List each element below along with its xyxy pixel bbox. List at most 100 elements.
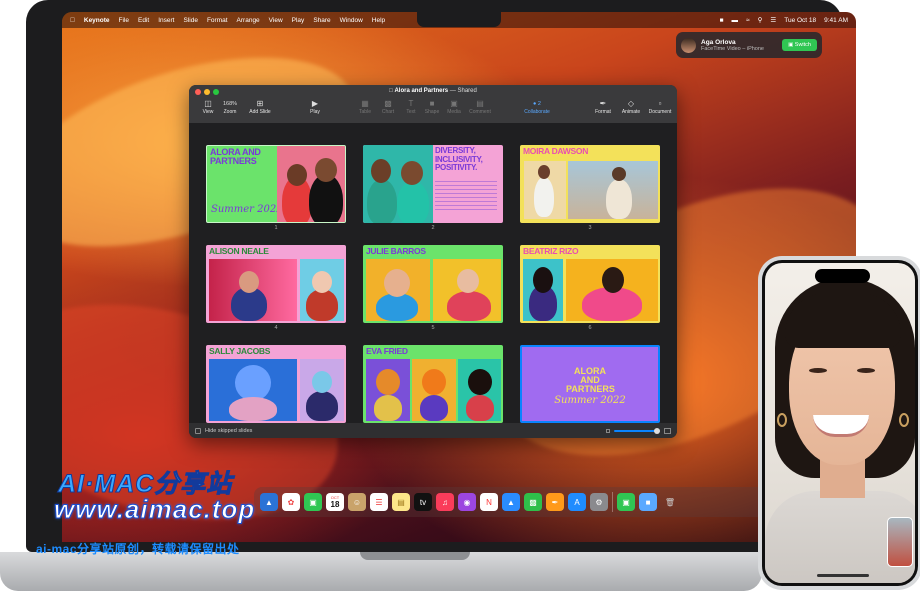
contacts-icon[interactable]: ☺ [348,493,366,511]
menu-window[interactable]: Window [340,17,363,24]
pages-icon[interactable]: ✒ [546,493,564,511]
trash-icon[interactable]: 🗑 [661,493,679,511]
camera-notch [417,12,501,27]
slide-number: 6 [588,325,592,331]
control-center-icon[interactable]: ☰ [770,16,776,24]
downloads-folder-icon[interactable]: ■ [639,493,657,511]
iphone [758,256,920,590]
video-person-bangs [785,293,901,348]
menu-format[interactable]: Format [207,17,228,24]
slide-title: JULIE BARROS [366,246,426,256]
music-icon[interactable]: ♫ [436,493,454,511]
menu-view[interactable]: View [269,17,283,24]
slide-thumbnail[interactable]: BEATRIZ RIZO [520,245,660,323]
wifi-icon[interactable]: ≈ [746,17,750,24]
slide-thumbnail[interactable]: JULIE BARROS [363,245,503,323]
slide-thumbnail[interactable]: MOIRA DAWSON [520,145,660,223]
macbook-base-notch [360,552,470,560]
slide-number: 3 [588,225,592,231]
play-button[interactable]: ▶ Play [298,99,332,115]
keynote-icon[interactable]: ▲ [502,493,520,511]
podcasts-icon[interactable]: ◉ [458,493,476,511]
facetime-notification[interactable]: Aga Orlova FaceTime Video – iPhone ▣ Swi… [676,32,822,58]
thumbnail-size-control [606,427,671,434]
menu-arrange[interactable]: Arrange [237,17,260,24]
slide-number: 5 [431,325,435,331]
document-icon: ▫ [658,99,662,108]
plus-icon: ⊞ [256,99,264,108]
notes-icon[interactable]: ▤ [392,493,410,511]
slide-title: ALISON NEALE [209,246,269,256]
slide-number: 2 [431,225,435,231]
slide-thumbnail[interactable]: ALISON NEALE [206,245,346,323]
calendar-icon[interactable]: OCT 18 [326,493,344,511]
menu-play[interactable]: Play [292,17,305,24]
switch-button[interactable]: ▣ Switch [782,39,817,51]
slide-script: Summer 2022 [211,204,283,215]
home-indicator[interactable] [817,574,869,577]
self-view-pip[interactable] [887,517,913,567]
slide-photo [412,359,456,421]
menu-time[interactable]: 9:41 AM [824,17,848,24]
stage:  Keynote File Edit Insert Slide Format … [0,0,920,591]
slide-thumbnail[interactable]: SALLY JACOBS [206,345,346,423]
app-store-icon[interactable]: A [568,493,586,511]
facetime-status-icon[interactable]: ■ [720,17,724,24]
menu-date[interactable]: Tue Oct 18 [784,17,816,24]
collaborate-icon: ● 2 [533,101,541,107]
navigator-footer: Hide skipped slides [189,423,677,438]
menu-keynote[interactable]: Keynote [84,17,110,24]
apple-tv-icon[interactable]: tv [414,493,432,511]
slide-number: 4 [274,325,278,331]
apple-icon[interactable]:  [70,17,75,24]
slide-thumbnail-selected[interactable]: ALORA AND PARTNERS Summer 2022 [520,345,660,423]
photos-icon[interactable]: ✿ [282,493,300,511]
facetime-video[interactable] [765,263,915,583]
avatar [681,37,696,53]
play-icon: ▶ [311,99,319,108]
facetime-icon[interactable]: ▣ [304,493,322,511]
collaborate-button[interactable]: ● 2 Collaborate [520,99,554,115]
slide-photo [366,359,410,421]
slide-title: SALLY JACOBS [209,346,271,356]
earring [899,413,909,427]
slider-knob[interactable] [654,427,660,434]
small-thumbnail-icon[interactable] [606,428,610,433]
slide-number: 1 [274,225,278,231]
menu-slide[interactable]: Slide [183,17,197,24]
hide-skipped-checkbox[interactable] [195,427,201,434]
large-thumbnail-icon[interactable] [664,427,671,434]
earring [777,413,787,427]
slide-thumbnail[interactable]: ALORA AND PARTNERS Summer 2022 [206,145,346,223]
slide-photo [458,359,501,421]
menu-help[interactable]: Help [372,17,385,24]
slide-photo [568,161,658,219]
menu-insert[interactable]: Insert [158,17,174,24]
menu-file[interactable]: File [119,17,129,24]
watermark-url: www.aimac.top [53,494,256,525]
system-settings-icon[interactable]: ⚙ [590,493,608,511]
zoom-button[interactable]: 168% Zoom [213,99,247,115]
add-slide-button[interactable]: ⊞ Add Slide [243,99,277,115]
facetime-handoff-icon[interactable]: ▣ [617,493,635,511]
slide-thumbnail[interactable]: EVA FRIED [363,345,503,423]
thumbnail-size-slider[interactable] [614,427,660,434]
slide-photo [524,161,566,219]
slide-title: EVA FRIED [366,346,408,356]
window-title: □ Alora and Partners — Shared [389,88,477,94]
document-button[interactable]: ▫ Document [643,99,677,115]
slide-thumbnail[interactable]: DIVERSITY, INCLUSIVITY, POSITIVITY. [363,145,503,223]
comment-button[interactable]: ▤ Comment [463,99,497,115]
menu-share[interactable]: Share [313,17,330,24]
reminders-icon[interactable]: ☰ [370,493,388,511]
slide-photo [433,259,501,321]
slide-photo [566,259,658,321]
video-icon: ▣ [788,42,795,48]
search-icon[interactable]: ⚲ [758,16,763,24]
numbers-icon[interactable]: ▩ [524,493,542,511]
news-icon[interactable]: N [480,493,498,511]
battery-icon[interactable]: ▬ [732,17,739,24]
menu-edit[interactable]: Edit [138,17,149,24]
maps-icon[interactable]: ▲ [260,493,278,511]
slide-script: Summer 2022 [554,395,626,406]
